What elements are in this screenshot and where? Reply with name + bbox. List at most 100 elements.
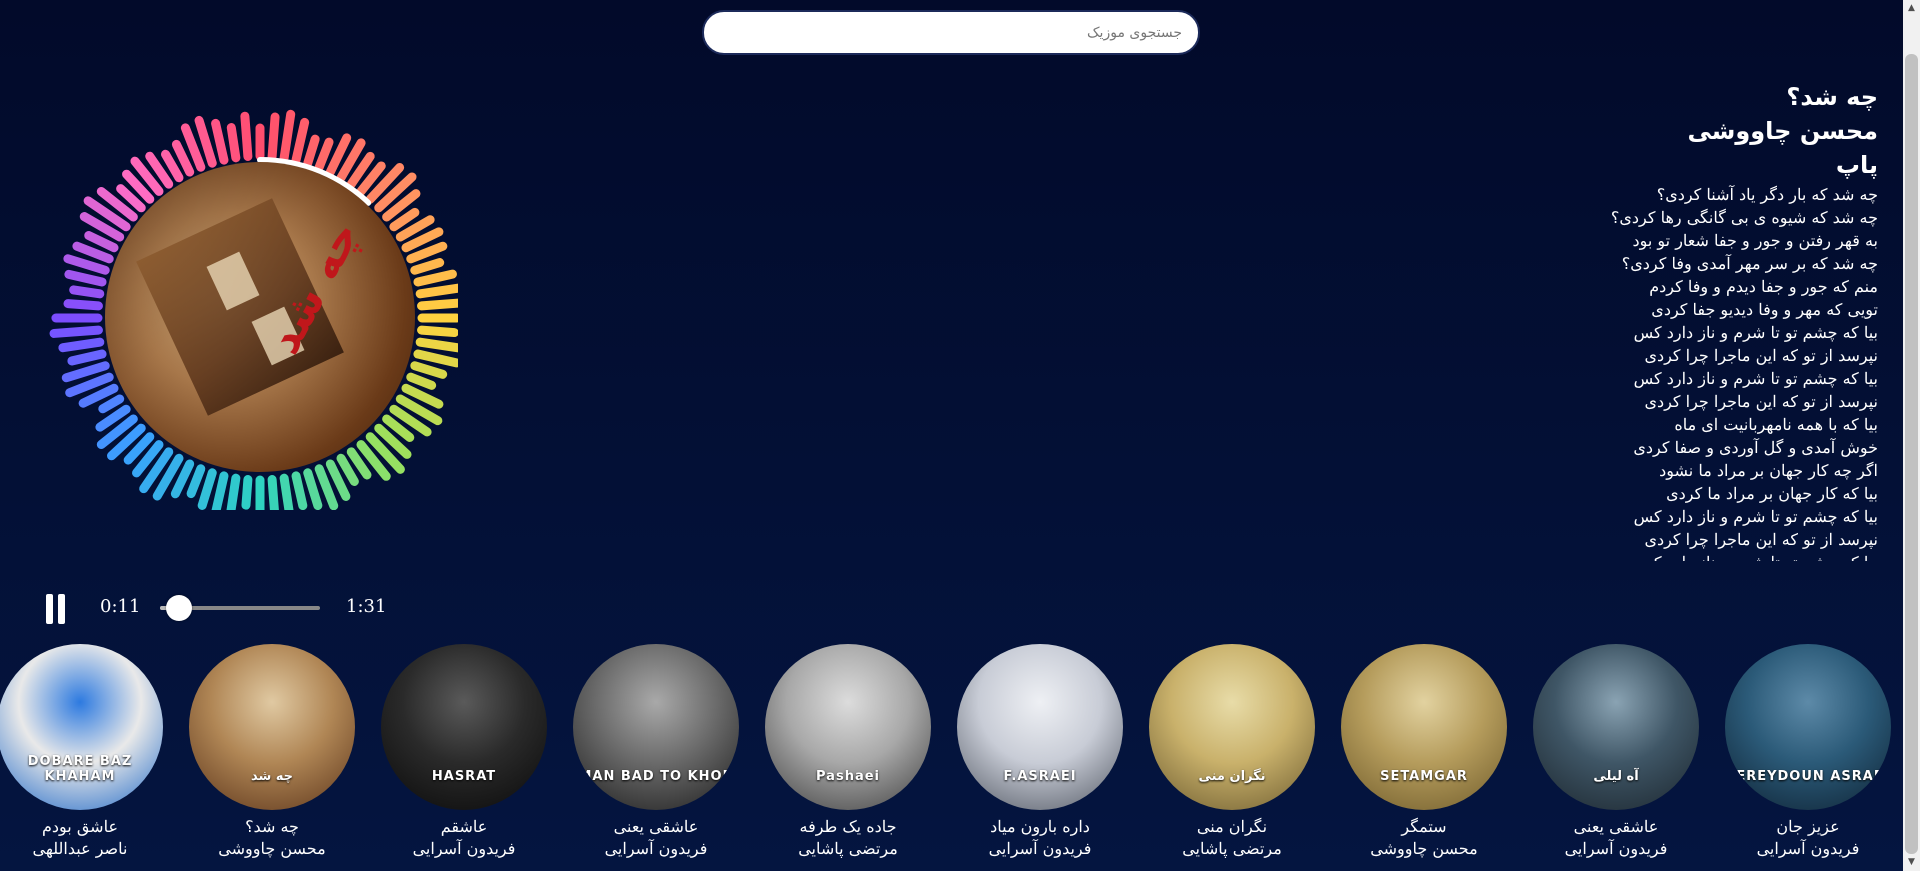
visualizer-bar	[279, 473, 295, 525]
visualizer-bar	[63, 254, 110, 275]
track-artist: فریدون آسرایی	[604, 839, 708, 858]
track-cover[interactable]: HASRAT	[381, 644, 547, 810]
track-title: جاده یک طرفه	[799, 817, 897, 836]
track-title: نگران منی	[1196, 817, 1268, 836]
scroll-down-icon[interactable]: ▼	[1903, 854, 1920, 871]
track-item[interactable]: آه لیلی عاشقی یعنی فریدون آسرایی	[1526, 644, 1706, 860]
track-cover[interactable]: MAN BAD TO KHOB	[573, 644, 739, 810]
track-title: چه شد؟	[245, 817, 299, 836]
track-cover-text: نگران منی	[1198, 769, 1266, 784]
lyric-line: اگر چه کار جهان بر مراد ما نشود	[1659, 461, 1878, 480]
track-artist: مرتضی پاشایی	[1182, 839, 1282, 858]
song-genre: پاپ	[1835, 151, 1878, 179]
lyric-line: بیا که چشم تو تا شرم و ناز دارد کس	[1633, 323, 1878, 342]
visualizer-bar	[291, 471, 308, 511]
scroll-up-icon[interactable]: ▲	[1903, 0, 1920, 17]
visualizer-bar	[303, 468, 323, 511]
visualizer-bar	[415, 282, 469, 299]
track-cover[interactable]: DOBARE BAZ KHAHAM	[0, 644, 163, 810]
visualizer-bar	[160, 149, 184, 183]
lyric-line: نپرسد از تو که این ماجرا چرا کردی	[1644, 530, 1878, 549]
track-artist: محسن چاووشی	[1370, 839, 1478, 858]
visualizer-bar	[197, 468, 217, 510]
lyric-line: به قهر رفتن و جور و جفا شعار تو بود	[1632, 231, 1878, 250]
player-controls: 0:11 1:31	[44, 588, 404, 628]
scrollbar-thumb[interactable]	[1905, 54, 1918, 854]
visualizer-bar	[226, 123, 241, 163]
visualizer-bar	[389, 207, 420, 232]
track-cover-text: SETAMGAR	[1380, 769, 1468, 784]
track-cover[interactable]: FEREYDOUN ASRAEI	[1725, 644, 1891, 810]
track-item[interactable]: F.ASRAEI داره بارون میاد فریدون آسرایی	[950, 644, 1130, 860]
visualizer-bar	[49, 325, 103, 338]
visualizer-bar	[61, 361, 110, 383]
track-list: FEREYDOUN ASRAEI عزیز جان فریدون آسرایی آه …	[0, 644, 1900, 871]
visualizer-bar	[84, 231, 119, 253]
track-cover-text: MAN BAD TO KHOB	[578, 769, 734, 784]
seek-handle[interactable]	[166, 595, 193, 621]
track-cover-text: Pashaei	[816, 769, 880, 784]
track-item[interactable]: DOBARE BAZ KHAHAM عاشق بودم ناصر عبداللهی	[0, 644, 170, 860]
search-input[interactable]	[702, 10, 1200, 55]
visualizer-bar	[240, 111, 253, 161]
search-bar	[702, 10, 1200, 55]
track-artist: ناصر عبداللهی	[32, 839, 128, 858]
track-cover-text: FEREYDOUN ASRAEI	[1726, 769, 1890, 784]
track-title: ستمگر	[1401, 817, 1447, 836]
song-artist: محسن چاووشی	[1687, 117, 1878, 145]
song-info: چه شد؟ محسن چاووشی پاپ	[1518, 80, 1878, 182]
visualizer-bar	[63, 299, 103, 311]
visualizer-bar	[241, 475, 253, 510]
track-item[interactable]: نگران منی نگران منی مرتضی پاشایی	[1142, 644, 1322, 860]
seek-bar[interactable]	[160, 595, 320, 621]
lyric-line: نپرسد از تو که این ماجرا چرا کردی	[1644, 392, 1878, 411]
track-title: عاشقی یعنی	[613, 817, 699, 836]
visualizer-bar	[415, 337, 465, 353]
page-scrollbar[interactable]: ▲ ▼	[1903, 0, 1920, 871]
track-cover[interactable]: SETAMGAR	[1341, 644, 1507, 810]
lyric-line: بیا که چشم تو تا شرم و ناز دارد کس	[1633, 507, 1878, 526]
track-cover[interactable]: چه شد	[189, 644, 355, 810]
lyric-line: نپرسد از تو که این ماجرا چرا کردی	[1644, 346, 1878, 365]
visualizer-bar	[410, 258, 445, 275]
track-title: عزیز جان	[1776, 817, 1840, 836]
now-playing-cover: چه شد	[105, 162, 415, 472]
visualizer-bar	[211, 118, 229, 165]
visualizer-bar	[406, 372, 437, 390]
track-cover[interactable]: F.ASRAEI	[957, 644, 1123, 810]
visualizer-bar	[413, 269, 457, 287]
track-item[interactable]: Pashaei جاده یک طرفه مرتضی پاشایی	[758, 644, 938, 860]
visualizer-bar	[314, 137, 334, 172]
visualizer-bar	[417, 298, 470, 311]
track-cover[interactable]: آه لیلی	[1533, 644, 1699, 810]
visualizer-bar	[417, 325, 459, 338]
track-item[interactable]: HASRAT عاشقم فریدون آسرایی	[374, 644, 554, 860]
visualizer-bar	[413, 349, 461, 368]
lyric-line: منم که جور و جفا دیدم و وفا کردم	[1649, 277, 1878, 296]
visualizer-bar	[336, 453, 359, 486]
visualizer-bar	[67, 349, 107, 366]
track-item[interactable]: چه شد چه شد؟ محسن چاووشی	[182, 644, 362, 860]
visualizer-bar	[279, 109, 296, 163]
track-artist: فریدون آسرایی	[988, 839, 1092, 858]
track-title: عاشقم	[440, 817, 488, 836]
lyrics-panel[interactable]: چه شد که بار دگر یاد آشنا کردی؟ چه شد که…	[1518, 183, 1878, 561]
track-artist: مرتضی پاشایی	[798, 839, 898, 858]
lyric-line: خوش آمدی و گل آوردی و صفا کردی	[1633, 438, 1878, 457]
visualizer-bar	[69, 285, 105, 299]
track-item[interactable]: MAN BAD TO KHOB عاشقی یعنی فریدون آسرایی	[566, 644, 746, 860]
visualizer-bar	[186, 464, 206, 499]
track-item[interactable]: SETAMGAR ستمگر محسن چاووشی	[1334, 644, 1514, 860]
track-artist: فریدون آسرایی	[1564, 839, 1668, 858]
track-item[interactable]: FEREYDOUN ASRAEI عزیز جان فریدون آسرایی	[1718, 644, 1898, 860]
pause-icon[interactable]	[44, 594, 68, 624]
visualizer-bar	[291, 117, 310, 165]
lyric-line: چه شد که بر سر مهر آمدی وفا کردی؟	[1621, 254, 1878, 273]
lyric-line: بیا که چشم تو تا شرم و ناز دارد کس	[1518, 551, 1878, 561]
track-cover[interactable]: Pashaei	[765, 644, 931, 810]
track-cover[interactable]: نگران منی	[1149, 644, 1315, 810]
visualizer-bar	[211, 471, 229, 518]
visualizer-bar	[72, 241, 114, 264]
lyric-line: چه شد که بار دگر یاد آشنا کردی؟	[1656, 185, 1878, 204]
visualizer-bar	[267, 112, 280, 161]
